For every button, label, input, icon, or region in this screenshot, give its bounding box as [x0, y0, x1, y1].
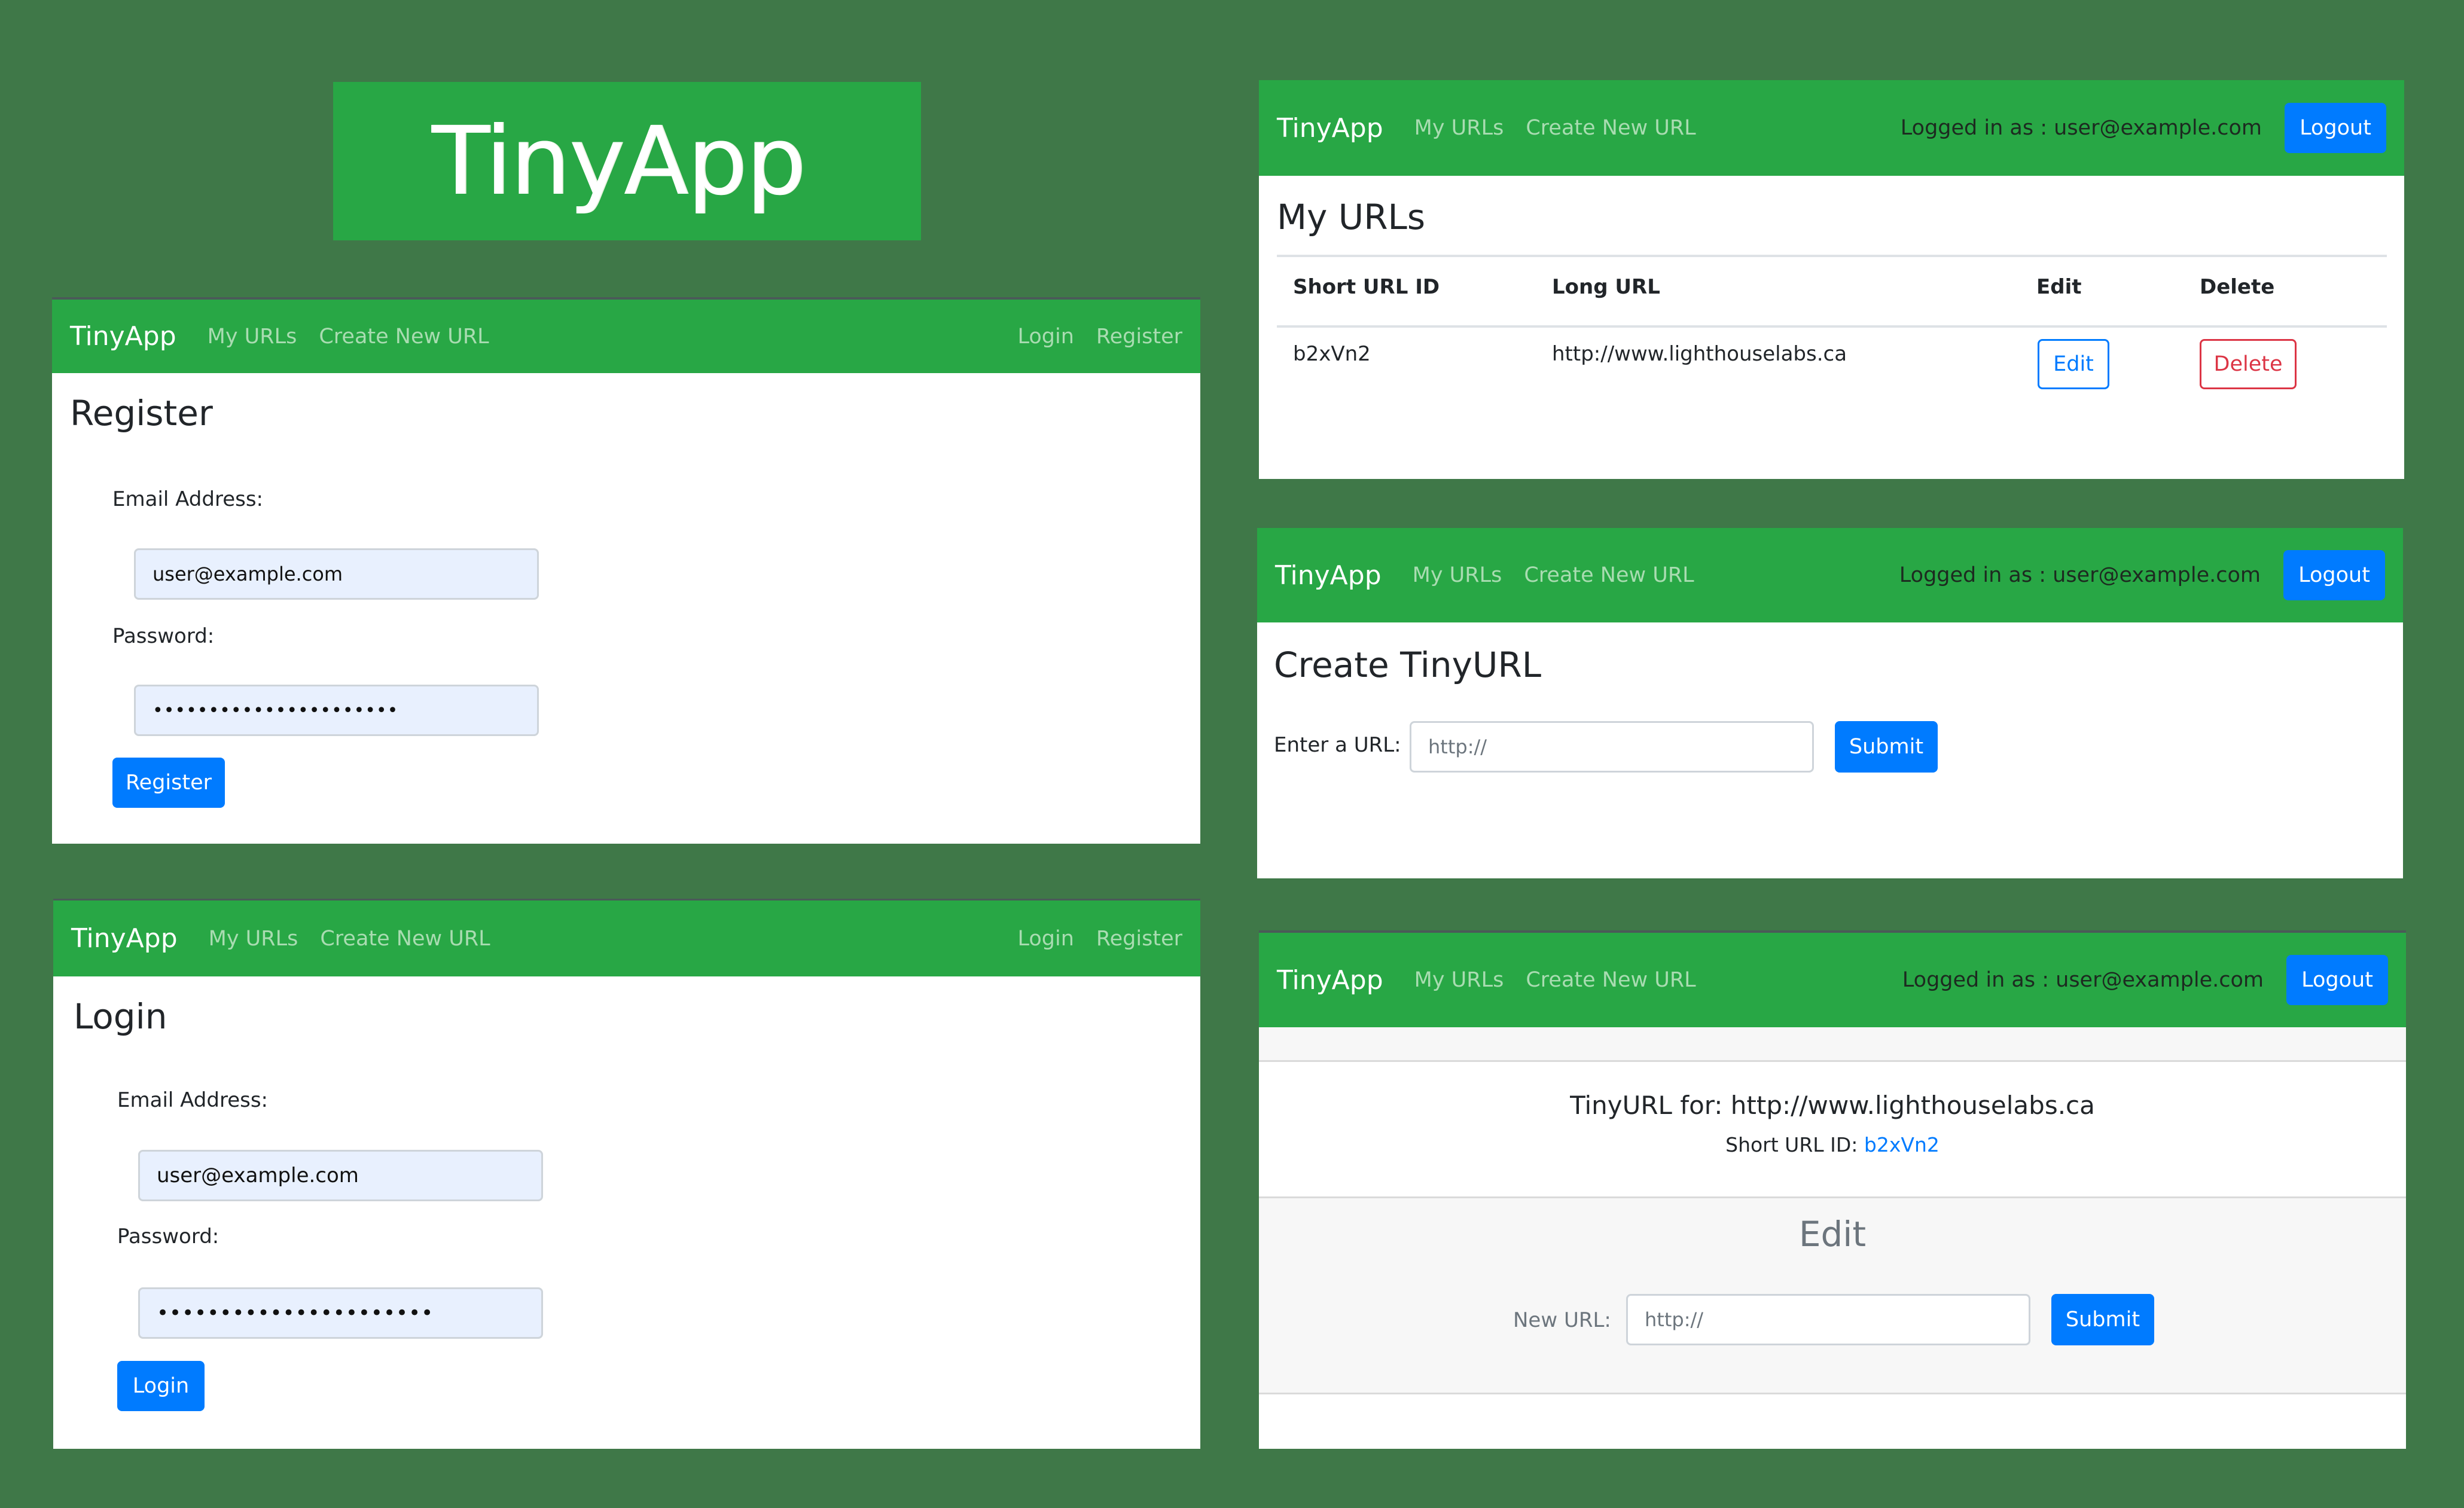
- short-id-line: Short URL ID: b2xVn2: [1259, 1133, 2406, 1156]
- logo-text: TinyApp: [431, 106, 806, 216]
- nav-create-new-url[interactable]: Create New URL: [320, 927, 490, 951]
- submit-button[interactable]: Submit: [2051, 1294, 2154, 1345]
- nav-create-new-url[interactable]: Create New URL: [1524, 563, 1694, 587]
- brand-link[interactable]: TinyApp: [1277, 965, 1383, 996]
- col-short-url-id: Short URL ID: [1293, 275, 1440, 299]
- new-url-label: New URL:: [1513, 1308, 1611, 1332]
- nav-my-urls[interactable]: My URLs: [1414, 116, 1504, 140]
- password-value: ••••••••••••••••••••••: [157, 1301, 434, 1325]
- nav-my-urls[interactable]: My URLs: [1413, 563, 1502, 587]
- short-id-cell: b2xVn2: [1293, 342, 1371, 366]
- short-id-link[interactable]: b2xVn2: [1864, 1133, 1940, 1156]
- password-label: Password:: [117, 1225, 219, 1248]
- page-title: Create TinyURL: [1274, 645, 1542, 685]
- edit-button[interactable]: Edit: [2038, 339, 2109, 389]
- edit-heading: Edit: [1798, 1214, 1867, 1254]
- navbar: TinyApp My URLs Create New URL Logged in…: [1257, 528, 2403, 622]
- nav-my-urls[interactable]: My URLs: [208, 325, 297, 349]
- password-value: ••••••••••••••••••••••: [153, 700, 399, 721]
- email-value: user@example.com: [157, 1164, 359, 1188]
- nav-my-urls[interactable]: My URLs: [1414, 968, 1504, 992]
- header-divider: [1277, 325, 2387, 328]
- logo-banner: TinyApp: [333, 82, 921, 240]
- navbar: TinyApp My URLs Create New URL Logged in…: [1259, 933, 2406, 1027]
- brand-link[interactable]: TinyApp: [70, 321, 176, 352]
- navbar: TinyApp My URLs Create New URL Logged in…: [1259, 80, 2404, 176]
- url-input[interactable]: http://: [1410, 721, 1814, 773]
- nav-login[interactable]: Login: [1017, 927, 1074, 951]
- long-url-cell: http://www.lighthouselabs.ca: [1552, 342, 1847, 366]
- page-title: My URLs: [1277, 197, 1426, 237]
- email-label: Email Address:: [112, 487, 263, 511]
- new-url-placeholder: http://: [1645, 1308, 1704, 1331]
- nav-register[interactable]: Register: [1096, 927, 1182, 951]
- brand-link[interactable]: TinyApp: [1277, 113, 1383, 144]
- page-title: Login: [74, 996, 167, 1037]
- show-url-panel: TinyApp My URLs Create New URL Logged in…: [1259, 930, 2406, 1449]
- email-value: user@example.com: [153, 563, 343, 585]
- card-footer: Edit New URL: http:// Submit: [1259, 1196, 2406, 1394]
- nav-my-urls[interactable]: My URLs: [209, 927, 298, 951]
- nav-create-new-url[interactable]: Create New URL: [1526, 116, 1695, 140]
- navbar: TinyApp My URLs Create New URL Login Reg…: [52, 300, 1200, 373]
- logged-in-text: Logged in as : user@example.com: [1899, 563, 2261, 587]
- logout-button[interactable]: Logout: [2283, 550, 2385, 600]
- submit-button[interactable]: Submit: [1835, 721, 1938, 773]
- email-input[interactable]: user@example.com: [134, 548, 539, 600]
- card-body: TinyURL for: http://www.lighthouselabs.c…: [1259, 1062, 2406, 1196]
- col-edit: Edit: [2036, 275, 2082, 299]
- new-url-input[interactable]: http://: [1626, 1294, 2030, 1345]
- password-input[interactable]: ••••••••••••••••••••••: [134, 685, 539, 736]
- tinyurl-heading: TinyURL for: http://www.lighthouselabs.c…: [1570, 1091, 2095, 1120]
- short-id-label: Short URL ID:: [1725, 1133, 1858, 1156]
- create-url-panel: TinyApp My URLs Create New URL Logged in…: [1257, 528, 2403, 878]
- my-urls-panel: TinyApp My URLs Create New URL Logged in…: [1259, 80, 2404, 479]
- col-long-url: Long URL: [1552, 275, 1660, 299]
- brand-link[interactable]: TinyApp: [71, 923, 178, 954]
- navbar: TinyApp My URLs Create New URL Login Reg…: [53, 900, 1200, 976]
- login-button[interactable]: Login: [117, 1361, 205, 1411]
- col-delete: Delete: [2200, 275, 2275, 299]
- logged-in-text: Logged in as : user@example.com: [1902, 968, 2264, 992]
- email-input[interactable]: user@example.com: [138, 1150, 543, 1201]
- logout-button[interactable]: Logout: [2285, 103, 2386, 153]
- password-label: Password:: [112, 624, 215, 648]
- nav-create-new-url[interactable]: Create New URL: [1526, 968, 1695, 992]
- brand-link[interactable]: TinyApp: [1275, 560, 1382, 591]
- divider: [1277, 255, 2387, 257]
- register-panel: TinyApp My URLs Create New URL Login Reg…: [52, 297, 1200, 844]
- email-label: Email Address:: [117, 1088, 268, 1112]
- password-input[interactable]: ••••••••••••••••••••••: [138, 1287, 543, 1339]
- logout-button[interactable]: Logout: [2286, 955, 2388, 1005]
- page-title: Register: [70, 393, 213, 434]
- login-panel: TinyApp My URLs Create New URL Login Reg…: [53, 899, 1200, 1449]
- nav-create-new-url[interactable]: Create New URL: [319, 325, 489, 349]
- delete-button[interactable]: Delete: [2200, 339, 2297, 389]
- logged-in-text: Logged in as : user@example.com: [1900, 116, 2262, 140]
- card-header: [1259, 1027, 2406, 1062]
- url-placeholder: http://: [1428, 735, 1487, 758]
- nav-register[interactable]: Register: [1096, 325, 1182, 349]
- nav-login[interactable]: Login: [1017, 325, 1074, 349]
- url-label: Enter a URL:: [1274, 733, 1401, 757]
- register-button[interactable]: Register: [112, 758, 225, 808]
